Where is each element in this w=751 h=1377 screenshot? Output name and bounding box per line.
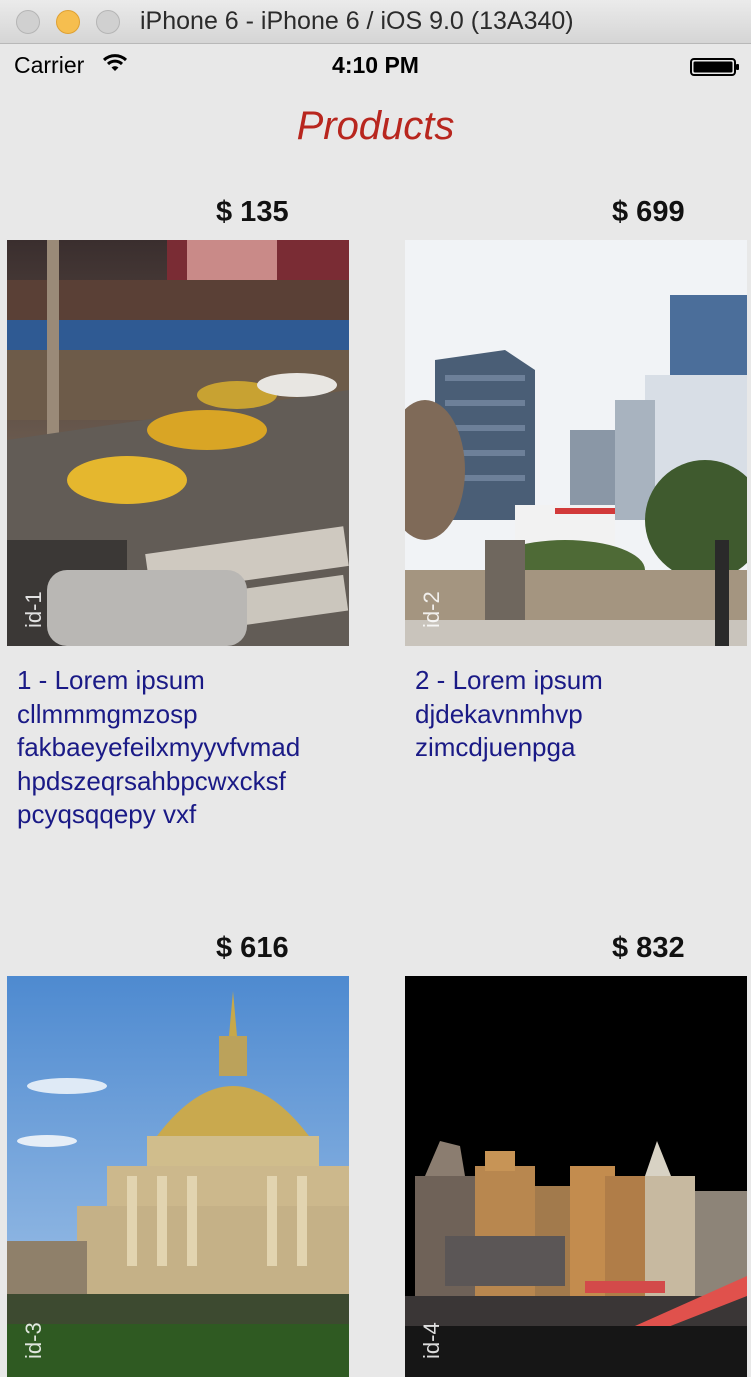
product-description: 2 - Lorem ipsum djdekavnmhvp zimcdjuenpg… [415, 665, 603, 762]
product-photo-dome-building[interactable]: id-3 [7, 976, 349, 1377]
minimize-window-button[interactable] [56, 10, 80, 34]
product-price: $ 832 [612, 932, 685, 964]
product-id-label: id-4 [419, 1322, 444, 1359]
product-id-label: id-1 [21, 591, 46, 628]
product-id-label: id-2 [419, 591, 444, 628]
battery-icon [690, 57, 740, 82]
product-price: $ 699 [612, 196, 685, 228]
zoom-window-button[interactable] [96, 10, 120, 34]
status-bar: Carrier 4:10 PM [0, 44, 751, 86]
product-photo-night-skyline[interactable]: id-4 [405, 976, 747, 1377]
status-time: 4:10 PM [332, 52, 419, 78]
close-window-button[interactable] [16, 10, 40, 34]
window-titlebar: iPhone 6 - iPhone 6 / iOS 9.0 (13A340) [0, 0, 751, 44]
window-title: iPhone 6 - iPhone 6 / iOS 9.0 (13A340) [140, 7, 574, 35]
product-description: 1 - Lorem ipsum cllmmmgmzosp fakbaeyefei… [17, 665, 301, 829]
product-photo-city-traffic[interactable]: id-1 [7, 240, 349, 646]
product-photo-skyscrapers[interactable]: id-2 [405, 240, 747, 646]
product-price: $ 616 [216, 932, 289, 964]
product-price: $ 135 [216, 196, 289, 228]
product-id-label: id-3 [21, 1322, 46, 1359]
page-title: Products [296, 104, 455, 148]
